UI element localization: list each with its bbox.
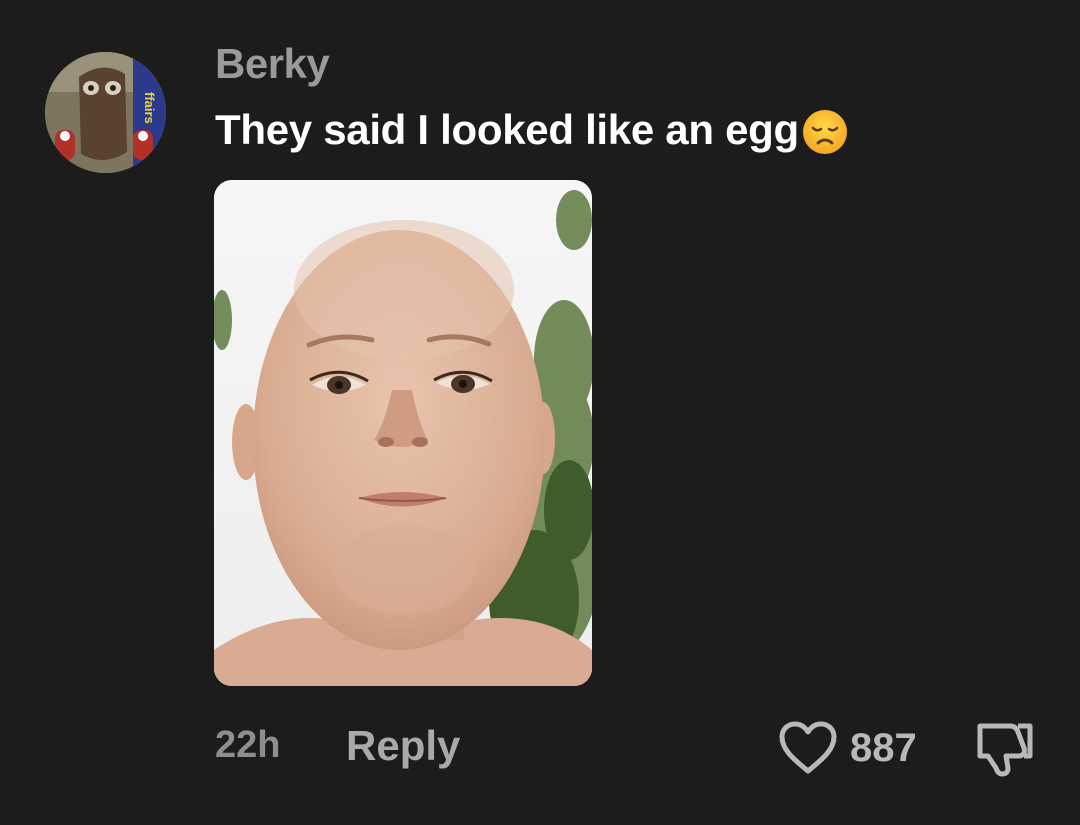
timestamp: 22h — [215, 724, 281, 766]
avatar[interactable]: ffairs — [45, 52, 166, 173]
avatar-text: ffairs — [142, 92, 157, 124]
like-button[interactable]: 887 — [778, 718, 917, 778]
comment-item: ffairs Berky They said I looked like an … — [0, 0, 1080, 825]
username[interactable]: Berky — [215, 40, 330, 88]
comment-text: They said I looked like an egg — [215, 106, 799, 153]
comment-body: They said I looked like an egg — [215, 104, 849, 156]
reply-button[interactable]: Reply — [346, 722, 460, 770]
comment-photo[interactable] — [214, 180, 592, 686]
like-count: 887 — [850, 725, 917, 770]
dislike-button[interactable] — [970, 718, 1036, 778]
heart-outline-icon — [779, 721, 837, 774]
disappointed-face-emoji — [802, 110, 847, 154]
thumbs-down-outline-icon — [977, 723, 1033, 777]
